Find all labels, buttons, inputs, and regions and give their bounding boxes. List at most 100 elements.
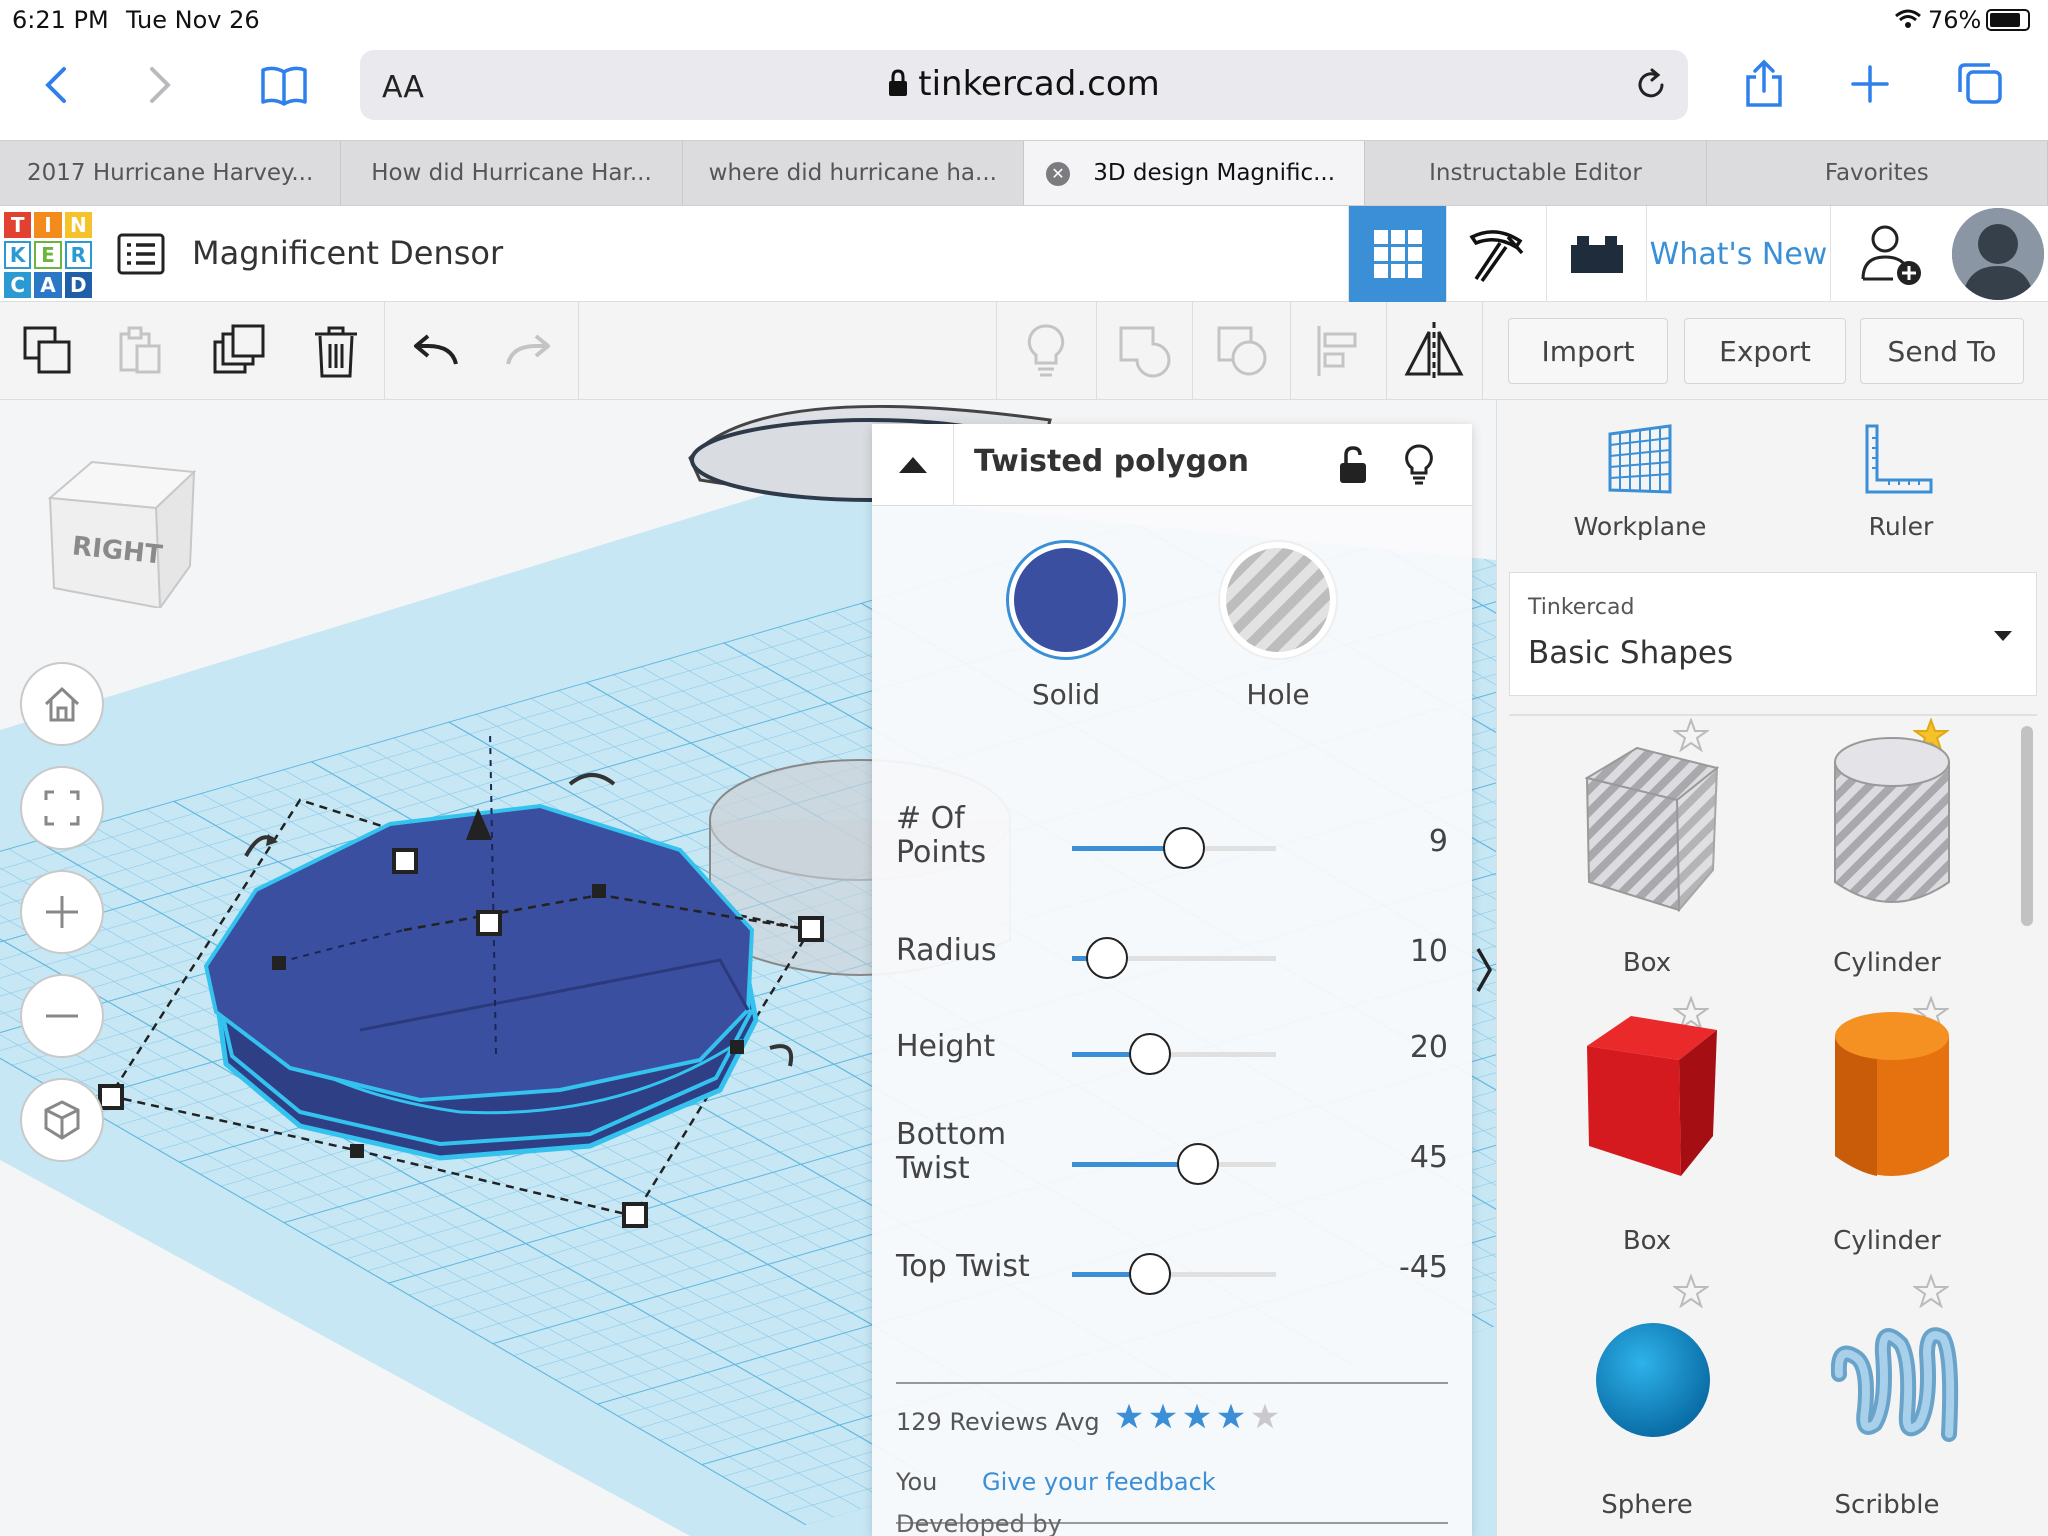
param-slider[interactable] <box>1072 827 1276 869</box>
new-tab-button[interactable] <box>1842 56 1898 112</box>
rating-star-icon[interactable] <box>1216 1402 1246 1430</box>
ungroup-button[interactable] <box>1206 316 1278 386</box>
lego-bricks-button[interactable] <box>1546 206 1646 302</box>
group-icon <box>1119 326 1171 378</box>
param-label: # Of Points <box>896 801 987 870</box>
forward-button[interactable] <box>136 60 186 110</box>
tab-label: Favorites <box>1824 160 1929 186</box>
rating-star-icon[interactable] <box>1182 1402 1212 1430</box>
param-value[interactable]: -45 <box>1328 1250 1448 1285</box>
param-value[interactable]: 20 <box>1328 1030 1448 1065</box>
tinkercad-header: T I N K E R C A D Magnificent Densor Wha… <box>0 206 2048 302</box>
star-outline-icon[interactable] <box>1673 1274 1709 1308</box>
3d-view-button[interactable] <box>1348 206 1446 302</box>
slider-knob[interactable] <box>1129 1033 1171 1075</box>
ruler-icon <box>1865 424 1933 494</box>
tinkercad-logo[interactable]: T I N K E R C A D <box>4 212 92 298</box>
solid-color-swatch <box>1014 548 1118 652</box>
tab-favorites[interactable]: Favorites <box>1707 141 2048 205</box>
slider-knob[interactable] <box>1177 1143 1219 1185</box>
whats-new-button[interactable]: What's New <box>1646 206 1830 302</box>
hole-button[interactable] <box>1220 542 1336 658</box>
ungroup-icon <box>1217 326 1267 376</box>
tab-hurricane-harvey[interactable]: 2017 Hurricane Harvey... <box>0 141 342 205</box>
shape-tile-box[interactable]: Box <box>1537 996 1767 1270</box>
slider-knob[interactable] <box>1086 937 1128 979</box>
align-button[interactable] <box>1302 316 1374 386</box>
tab-where-did-hurricane[interactable]: where did hurricane ha... <box>683 141 1024 205</box>
perspective-toggle-button[interactable] <box>20 1078 104 1162</box>
param-slider[interactable] <box>1072 1033 1276 1075</box>
param-value[interactable]: 10 <box>1328 934 1448 969</box>
duplicate-button[interactable] <box>204 316 276 386</box>
tabs-overview-button[interactable] <box>1950 56 2010 112</box>
workplane-tool-button[interactable] <box>1585 424 1695 524</box>
home-view-button[interactable] <box>20 662 104 746</box>
tab-how-did-hurricane[interactable]: How did Hurricane Har... <box>341 141 683 205</box>
design-menu-button[interactable] <box>114 228 168 280</box>
group-button[interactable] <box>1108 316 1180 386</box>
shapes-scrollbar[interactable] <box>2021 726 2033 926</box>
hole-label: Hole <box>1246 678 1310 711</box>
design-name[interactable]: Magnificent Densor <box>192 234 503 272</box>
param-slider[interactable] <box>1072 1143 1276 1185</box>
param-value[interactable]: 9 <box>1328 824 1448 859</box>
tab-instructable-editor[interactable]: Instructable Editor <box>1365 141 1707 205</box>
avatar[interactable] <box>1952 208 2044 300</box>
shape-tile-sphere[interactable]: Sphere <box>1537 1274 1767 1536</box>
zoom-in-button[interactable] <box>20 870 104 954</box>
lock-button[interactable] <box>1330 442 1376 488</box>
shape-library-dropdown[interactable]: Tinkercad Basic Shapes <box>1509 572 2037 696</box>
send-to-button[interactable]: Send To <box>1860 318 2024 384</box>
give-feedback-link[interactable]: Give your feedback <box>982 1468 1216 1496</box>
fit-view-button[interactable] <box>20 766 104 850</box>
param-slider[interactable] <box>1072 1253 1276 1295</box>
share-button[interactable] <box>1734 54 1794 114</box>
address-bar[interactable]: AA tinkercad.com <box>360 50 1688 120</box>
shape-tile-scribble[interactable]: Scribble <box>1777 1274 2007 1536</box>
paste-button[interactable] <box>104 316 176 386</box>
toolbar-divider <box>1096 302 1097 400</box>
reload-button[interactable] <box>1628 62 1674 108</box>
developed-by-label: Developed by <box>896 1510 1062 1536</box>
battery-percent: 76% <box>1928 6 1982 34</box>
shape-tile-cylinder-hole[interactable]: Cylinder <box>1777 718 2007 992</box>
collapse-panel-button[interactable] <box>1472 930 1496 1010</box>
mirror-button[interactable] <box>1398 316 1470 386</box>
export-button[interactable]: Export <box>1684 318 1846 384</box>
param-slider[interactable] <box>1072 937 1276 979</box>
undo-button[interactable] <box>400 316 472 386</box>
ruler-tool-button[interactable] <box>1847 424 1947 524</box>
copy-button[interactable] <box>12 316 84 386</box>
slider-knob[interactable] <box>1129 1253 1171 1295</box>
duplicate-icon <box>213 324 265 374</box>
redo-icon <box>506 334 550 365</box>
hide-button[interactable] <box>1396 440 1442 490</box>
divider <box>1509 714 2037 716</box>
logo-letter: N <box>64 212 92 238</box>
bookmarks-button[interactable] <box>254 58 314 114</box>
solid-color-button[interactable] <box>1006 540 1126 660</box>
redo-button[interactable] <box>492 316 564 386</box>
delete-button[interactable] <box>300 316 372 386</box>
star-outline-icon[interactable] <box>1913 1274 1949 1308</box>
minecraft-button[interactable] <box>1446 206 1546 302</box>
shape-tile-box-hole[interactable]: Box <box>1537 718 1767 992</box>
notes-button[interactable] <box>1010 316 1082 386</box>
rating-star-icon[interactable] <box>1250 1402 1280 1430</box>
rating-star-icon[interactable] <box>1148 1402 1178 1430</box>
zoom-out-button[interactable] <box>20 974 104 1058</box>
close-tab-icon[interactable]: ✕ <box>1045 162 1070 186</box>
status-time: 6:21 PM <box>12 6 109 34</box>
invite-user-button[interactable] <box>1830 206 1950 302</box>
shape-tile-cylinder[interactable]: Cylinder <box>1777 996 2007 1270</box>
perspective-cube-icon <box>44 1100 80 1140</box>
tab-3d-design[interactable]: ✕ 3D design Magnific... <box>1023 141 1366 205</box>
param-value[interactable]: 45 <box>1328 1140 1448 1175</box>
back-button[interactable] <box>30 60 80 110</box>
rating-star-icon[interactable] <box>1114 1402 1144 1430</box>
collapse-inspector-button[interactable] <box>872 424 954 506</box>
view-cube[interactable]: RIGHT <box>46 458 196 608</box>
slider-knob[interactable] <box>1163 827 1205 869</box>
import-button[interactable]: Import <box>1508 318 1668 384</box>
